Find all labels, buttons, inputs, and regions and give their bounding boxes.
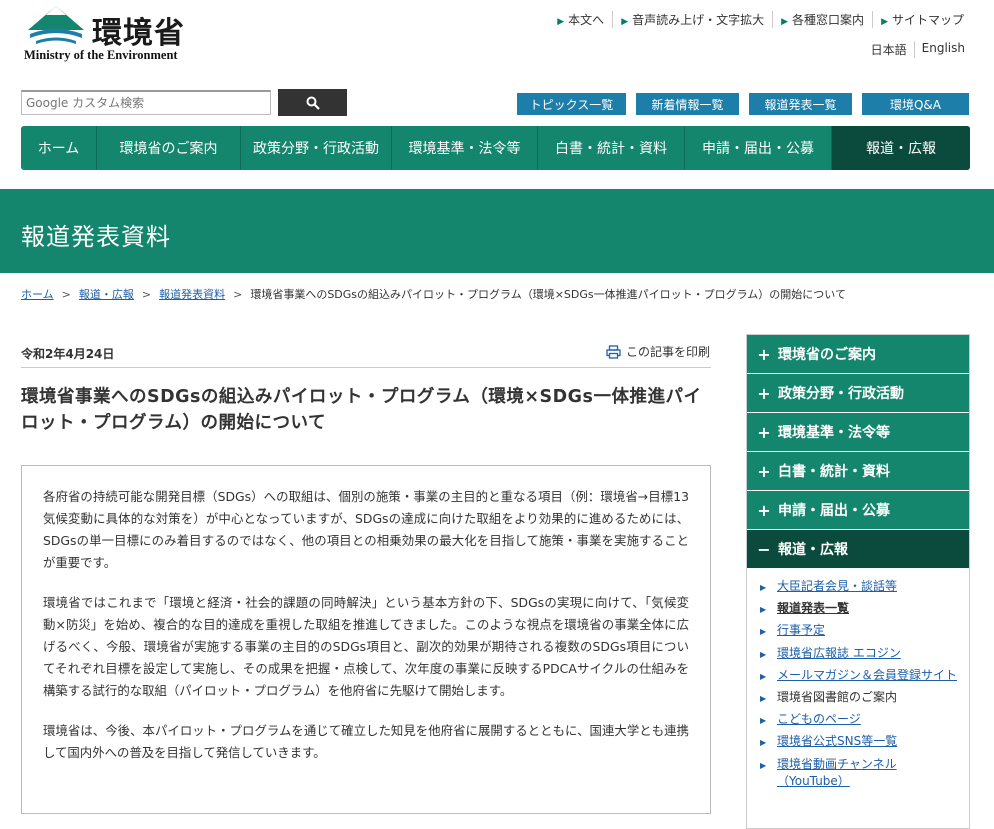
triangle-right-icon: ▶ — [760, 605, 767, 615]
sidenav-item-whitepaper[interactable]: + 白書・統計・資料 — [747, 452, 969, 491]
breadcrumb: ホーム > 報道・広報 > 報道発表資料 > 環境省事業へのSDGsの組込みパイロット・プロ… — [21, 286, 846, 302]
minus-icon: − — [757, 539, 771, 559]
gnav-applications[interactable]: 申請・届出・公募 — [685, 126, 832, 170]
gnav-about[interactable]: 環境省のご案内 — [97, 126, 241, 170]
sidenav-sub-item[interactable]: ▶ 環境省広報誌 エコジン — [760, 645, 963, 663]
sidenav-item-applications[interactable]: + 申請・届出・公募 — [747, 491, 969, 530]
sidenav-sub-item[interactable]: ▶ 環境省公式SNS等一覧 — [760, 733, 963, 751]
plus-icon: + — [757, 461, 771, 481]
sidenav-item-press[interactable]: − 報道・広報 — [747, 530, 969, 569]
article-paragraph: 環境省ではこれまで「環境と経済・社会的課題の同時解決」という基本方針の下、SDG… — [43, 595, 689, 698]
topics-list-button[interactable]: トピックス一覧 — [517, 93, 626, 115]
sidenav-sub-item[interactable]: ▶ こどものページ — [760, 711, 963, 729]
plus-icon: + — [757, 500, 771, 520]
utility-links: ▶ 本文へ ▶ 音声読み上げ・文字拡大 ▶ 各種窓口案内 ▶ サイトマップ — [549, 11, 972, 28]
plus-icon: + — [757, 344, 771, 364]
sidenav-sub-item[interactable]: ▶ 大臣記者会見・談話等 — [760, 578, 963, 596]
qa-button[interactable]: 環境Q&A — [862, 93, 969, 115]
topic-buttons: トピックス一覧 新着情報一覧 報道発表一覧 環境Q&A — [517, 93, 969, 115]
breadcrumb-home[interactable]: ホーム — [21, 288, 54, 301]
util-link-voice[interactable]: ▶ 音声読み上げ・文字拡大 — [612, 11, 772, 28]
gnav-standards[interactable]: 環境基準・法令等 — [392, 126, 538, 170]
breadcrumb-press[interactable]: 報道・広報 — [79, 288, 134, 301]
sidenav-item-policy[interactable]: + 政策分野・行政活動 — [747, 374, 969, 413]
sidenav-sub-item[interactable]: ▶ 行事予定 — [760, 622, 963, 640]
sidenav-sub-item[interactable]: ▶ 環境省図書館のご案内 — [760, 689, 963, 707]
article-body: 各府省の持続可能な開発目標（SDGs）への取組は、個別の施策・事業の主目的と重な… — [21, 465, 711, 814]
search-box — [21, 90, 271, 115]
triangle-right-icon: ▶ — [760, 693, 767, 703]
util-link-sitemap[interactable]: ▶ サイトマップ — [872, 11, 972, 28]
article-date: 令和2年4月24日 — [21, 347, 115, 361]
lang-japanese[interactable]: 日本語 — [864, 41, 914, 58]
plus-icon: + — [757, 383, 771, 403]
util-link-skip[interactable]: ▶ 本文へ — [549, 11, 612, 28]
sidenav-sub-item[interactable]: ▶ 環境省動画チャンネル（YouTube） — [760, 756, 963, 790]
triangle-right-icon: ▶ — [760, 738, 767, 748]
breadcrumb-current: 環境省事業へのSDGsの組込みパイロット・プログラム（環境×SDGs一体推進パイ… — [250, 288, 846, 301]
sidenav-sublist: ▶ 大臣記者会見・談話等 ▶ 報道発表一覧 ▶ 行事予定 ▶ 環境省広報誌 エコジン ▶… — [747, 569, 969, 790]
site-logo[interactable]: 環境省 Ministry of the Environment — [24, 4, 194, 64]
article-title: 環境省事業へのSDGsの組込みパイロット・プログラム（環境×SDGs一体推進パイ… — [21, 387, 702, 433]
util-link-contact[interactable]: ▶ 各種窓口案内 — [772, 11, 872, 28]
search-button[interactable] — [278, 89, 347, 116]
gnav-press[interactable]: 報道・広報 — [832, 126, 970, 170]
language-switch: 日本語 English — [864, 41, 972, 58]
logo-text-en: Ministry of the Environment — [24, 48, 178, 62]
sidenav-sub-item[interactable]: ▶ メールマガジン＆会員登録サイト — [760, 667, 963, 685]
press-list-button[interactable]: 報道発表一覧 — [749, 93, 852, 115]
sidenav-sub-item-current[interactable]: ▶ 報道発表一覧 — [760, 600, 963, 618]
gnav-home[interactable]: ホーム — [21, 126, 97, 170]
breadcrumb-press-release[interactable]: 報道発表資料 — [159, 288, 225, 301]
triangle-right-icon: ▶ — [760, 627, 767, 637]
divider — [21, 367, 711, 368]
page-title: 報道発表資料 — [21, 223, 171, 251]
article-paragraph: 各府省の持続可能な開発目標（SDGs）への取組は、個別の施策・事業の主目的と重な… — [43, 489, 689, 570]
global-nav: ホーム 環境省のご案内 政策分野・行政活動 環境基準・法令等 白書・統計・資料 … — [21, 126, 970, 170]
triangle-right-icon: ▶ — [621, 17, 629, 27]
sidenav-item-about[interactable]: + 環境省のご案内 — [747, 335, 969, 374]
breadcrumb-separator: > — [233, 288, 243, 301]
triangle-right-icon: ▶ — [760, 716, 767, 726]
gnav-whitepaper[interactable]: 白書・統計・資料 — [538, 126, 685, 170]
title-band: 報道発表資料 — [0, 189, 994, 273]
news-list-button[interactable]: 新着情報一覧 — [636, 93, 739, 115]
triangle-right-icon: ▶ — [760, 671, 767, 681]
search-input[interactable] — [22, 92, 270, 114]
breadcrumb-separator: > — [141, 288, 152, 301]
plus-icon: + — [757, 422, 771, 442]
triangle-right-icon: ▶ — [760, 760, 767, 770]
print-link[interactable]: この記事を印刷 — [606, 343, 710, 360]
search-icon — [306, 96, 320, 110]
sidenav-item-standards[interactable]: + 環境基準・法令等 — [747, 413, 969, 452]
printer-icon — [606, 344, 621, 359]
triangle-right-icon: ▶ — [781, 17, 789, 27]
side-nav: + 環境省のご案内 + 政策分野・行政活動 + 環境基準・法令等 + 白書・統計・資料 … — [746, 334, 970, 829]
triangle-right-icon: ▶ — [881, 17, 888, 27]
logo-mountain-icon — [28, 6, 84, 44]
triangle-right-icon: ▶ — [760, 649, 767, 659]
article-paragraph: 環境省は、今後、本パイロット・プログラムを通じて確立した知見を他府省に展開すると… — [43, 723, 689, 760]
print-label: この記事を印刷 — [625, 345, 710, 359]
triangle-right-icon: ▶ — [557, 17, 565, 27]
gnav-policy[interactable]: 政策分野・行政活動 — [241, 126, 392, 170]
triangle-right-icon: ▶ — [760, 583, 767, 592]
lang-english[interactable]: English — [913, 41, 972, 58]
breadcrumb-separator: > — [61, 288, 71, 301]
logo-text-jp: 環境省 — [92, 16, 185, 51]
